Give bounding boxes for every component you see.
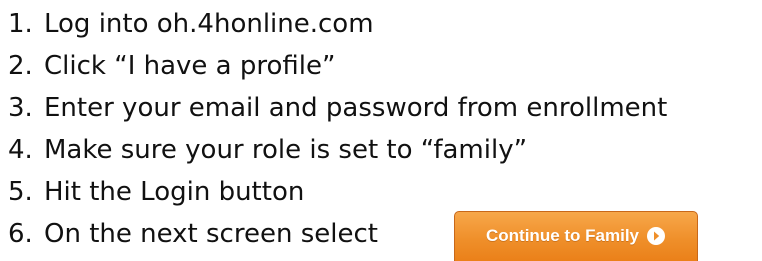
step-number: 5.: [8, 177, 33, 207]
step-6: 6. On the next screen select: [8, 214, 378, 254]
step-text: Log into oh.4honline.com: [44, 9, 374, 39]
step-text: Make sure your role is set to “family”: [44, 135, 528, 165]
circle-arrow-right-icon: [646, 226, 666, 246]
step-number: 6.: [8, 219, 33, 249]
step-3: 3. Enter your email and password from en…: [8, 88, 667, 128]
step-text: On the next screen select: [44, 219, 378, 249]
continue-button-label: Continue to Family: [486, 226, 639, 245]
step-1: 1. Log into oh.4honline.com: [8, 4, 374, 44]
step-text: Enter your email and password from enrol…: [44, 93, 668, 123]
continue-to-family-button[interactable]: Continue to Family: [454, 211, 698, 261]
continue-button-crop: Continue to Family: [454, 211, 698, 261]
step-5: 5. Hit the Login button: [8, 172, 304, 212]
step-number: 4.: [8, 135, 33, 165]
step-text: Click “I have a profile”: [44, 51, 336, 81]
step-number: 2.: [8, 51, 33, 81]
step-text: Hit the Login button: [44, 177, 305, 207]
step-number: 1.: [8, 9, 33, 39]
step-number: 3.: [8, 93, 33, 123]
step-4: 4. Make sure your role is set to “family…: [8, 130, 527, 170]
step-2: 2. Click “I have a profile”: [8, 46, 335, 86]
